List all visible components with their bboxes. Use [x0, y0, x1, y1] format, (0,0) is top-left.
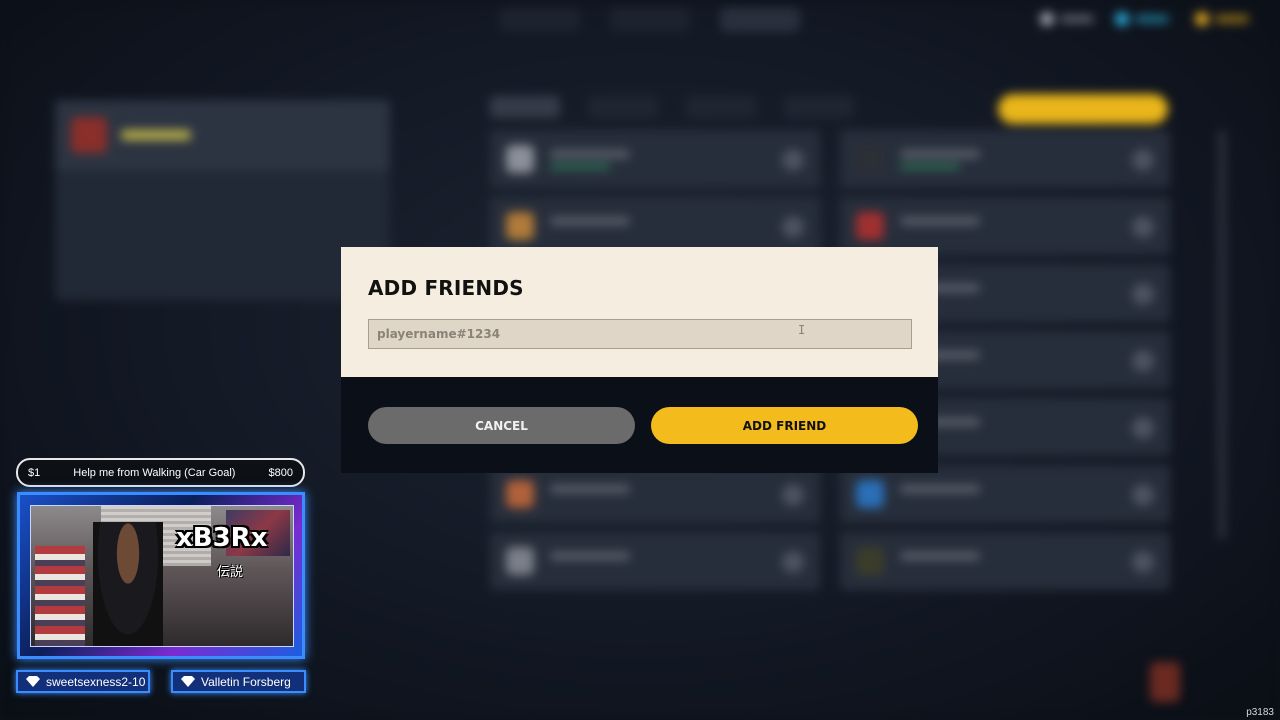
bottom-right-avatar	[1150, 662, 1180, 702]
corner-id-label: p3183	[1246, 707, 1274, 718]
donation-goal-bar: $1 Help me from Walking (Car Goal) $800	[16, 458, 305, 487]
top-nav-tab-active	[720, 8, 800, 32]
player-card-panel	[55, 100, 390, 300]
viewer-badge: Valletin Forsberg	[171, 670, 306, 693]
top-navigation	[500, 8, 800, 32]
friends-subtabs	[490, 96, 854, 118]
dialog-buttons: CANCEL ADD FRIEND	[368, 407, 918, 444]
player-name-input[interactable]: playername#1234 I	[368, 319, 912, 349]
text-cursor-icon: I	[798, 323, 806, 337]
streamer-image	[93, 522, 163, 646]
streamer-name: xB3Rx	[176, 523, 268, 553]
currency-blue	[1115, 12, 1169, 26]
add-friends-dialog: ADD FRIENDS playername#1234 I CANCEL ADD…	[341, 247, 938, 473]
top-nav-tab	[500, 8, 580, 32]
goal-text: Help me from Walking (Car Goal)	[73, 466, 236, 479]
currency-silver	[1040, 12, 1094, 26]
goal-target: $800	[268, 466, 293, 479]
diamond-icon	[26, 676, 40, 687]
cancel-button[interactable]: CANCEL	[368, 407, 635, 444]
friends-scrollbar	[1218, 130, 1226, 540]
currency-gold	[1195, 12, 1249, 26]
viewer-badge: sweetsexness2-10	[16, 670, 150, 693]
viewer-name: Valletin Forsberg	[201, 674, 291, 689]
diamond-icon	[181, 676, 195, 687]
add-friend-button[interactable]: ADD FRIEND	[651, 407, 918, 444]
input-placeholder: playername#1234	[377, 327, 501, 341]
viewer-name: sweetsexness2-10	[46, 674, 146, 689]
top-nav-tab	[610, 8, 690, 32]
add-friends-pill-button	[998, 94, 1168, 124]
streamer-subtitle: 伝説	[217, 565, 244, 580]
goal-start: $1	[28, 466, 41, 479]
dialog-title: ADD FRIENDS	[368, 276, 524, 300]
webcam-frame: xB3Rx 伝説	[17, 492, 305, 659]
dialog-header: ADD FRIENDS playername#1234 I	[341, 247, 938, 377]
